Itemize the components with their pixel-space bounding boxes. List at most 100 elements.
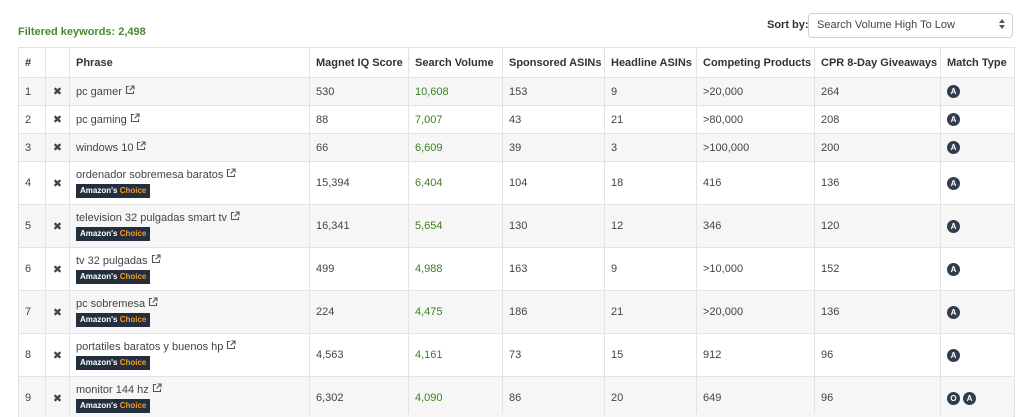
external-link-icon[interactable] xyxy=(226,340,236,353)
badge-prefix: Amazon's xyxy=(80,186,118,195)
phrase-cell: pc gamer xyxy=(69,77,310,106)
match-type-a-badge: A xyxy=(947,348,960,362)
table-row: 6 ✖ tv 32 pulgadas Amazon's Choice 499 4,988 1… xyxy=(18,247,1015,291)
row-index: 6 xyxy=(18,247,46,291)
col-headline-asins-header[interactable]: Headline ASINs xyxy=(604,47,697,78)
phrase-line: pc gamer xyxy=(76,85,303,98)
phrase-line: pc sobremesa xyxy=(76,297,303,310)
badge-suffix: Choice xyxy=(119,358,147,367)
search-volume-cell: 4,475 xyxy=(408,290,503,334)
headline-asins-cell: 12 xyxy=(604,204,697,248)
badge-prefix: Amazon's xyxy=(80,358,118,367)
col-magnet-iq-score-header[interactable]: Magnet IQ Score xyxy=(309,47,409,78)
cpr-giveaways-cell: 120 xyxy=(814,204,941,248)
cpr-giveaways-cell: 152 xyxy=(814,247,941,291)
magnet-iq-score-cell: 499 xyxy=(309,247,409,291)
table-row: 7 ✖ pc sobremesa Amazon's Choice 224 4,475 186… xyxy=(18,290,1015,334)
sponsored-asins-cell: 153 xyxy=(502,77,605,106)
cpr-giveaways-cell: 136 xyxy=(814,161,941,205)
phrase-text: tv 32 pulgadas xyxy=(76,254,148,267)
col-match-type-header[interactable]: Match Type xyxy=(940,47,1015,78)
col-index-header: # xyxy=(18,47,46,78)
match-type-cell: A xyxy=(940,333,1015,377)
row-index: 2 xyxy=(18,105,46,134)
keywords-table: # Phrase Magnet IQ Score Search Volume Spons… xyxy=(18,47,1015,417)
search-volume-cell: 4,090 xyxy=(408,376,503,417)
toolbar: Filtered keywords: 2,498 Sort by: Search… xyxy=(0,0,1024,46)
remove-keyword-icon[interactable]: ✖ xyxy=(45,290,70,334)
phrase-cell: ordenador sobremesa baratos Amazon's Choi… xyxy=(69,161,310,205)
competing-products-cell: 346 xyxy=(696,204,815,248)
amazons-choice-badge: Amazon's Choice xyxy=(76,399,151,413)
external-link-icon[interactable] xyxy=(226,168,236,181)
phrase-text: pc gaming xyxy=(76,113,127,126)
remove-keyword-icon[interactable]: ✖ xyxy=(45,376,70,417)
sort-select[interactable]: Search Volume High To Low xyxy=(808,13,1013,38)
external-link-icon[interactable] xyxy=(136,141,147,154)
external-link-icon[interactable] xyxy=(151,254,161,267)
amazons-choice-badge: Amazon's Choice xyxy=(76,270,151,284)
amazons-choice-badge: Amazon's Choice xyxy=(76,184,151,198)
sponsored-asins-cell: 86 xyxy=(502,376,605,417)
sponsored-asins-cell: 104 xyxy=(502,161,605,205)
search-volume-cell: 5,654 xyxy=(408,204,503,248)
phrase-cell: windows 10 xyxy=(69,133,310,162)
remove-keyword-icon[interactable]: ✖ xyxy=(45,105,70,134)
match-type-cell: A xyxy=(940,161,1015,205)
headline-asins-cell: 3 xyxy=(604,133,697,162)
col-cpr-giveaways-header[interactable]: CPR 8-Day Giveaways xyxy=(814,47,941,78)
remove-keyword-icon[interactable]: ✖ xyxy=(45,77,70,106)
match-type-cell: A xyxy=(940,290,1015,334)
table-row: 1 ✖ pc gamer 530 10,608 153 9 >20,000 264 A xyxy=(18,77,1015,106)
phrase-text: ordenador sobremesa baratos xyxy=(76,168,224,181)
external-link-icon[interactable] xyxy=(148,297,158,310)
search-volume-cell: 6,404 xyxy=(408,161,503,205)
match-type-cell: A xyxy=(940,105,1015,134)
sponsored-asins-cell: 43 xyxy=(502,105,605,134)
table-body: 1 ✖ pc gamer 530 10,608 153 9 >20,000 264 A 2 ✖ pc g… xyxy=(18,77,1015,417)
remove-keyword-icon[interactable]: ✖ xyxy=(45,333,70,377)
competing-products-cell: 912 xyxy=(696,333,815,377)
cpr-giveaways-cell: 96 xyxy=(814,333,941,377)
remove-keyword-icon[interactable]: ✖ xyxy=(45,161,70,205)
sponsored-asins-cell: 186 xyxy=(502,290,605,334)
phrase-line: ordenador sobremesa baratos xyxy=(76,168,303,181)
headline-asins-cell: 18 xyxy=(604,161,697,205)
match-type-a-badge: A xyxy=(947,305,960,319)
magnet-iq-score-cell: 224 xyxy=(309,290,409,334)
external-link-icon[interactable] xyxy=(230,211,240,224)
col-search-volume-header[interactable]: Search Volume xyxy=(408,47,503,78)
match-type-a-badge: A xyxy=(947,219,960,233)
match-type-cell: A xyxy=(940,133,1015,162)
badge-suffix: Choice xyxy=(119,401,147,410)
col-phrase-header[interactable]: Phrase xyxy=(69,47,310,78)
external-link-icon[interactable] xyxy=(130,113,140,126)
row-index: 8 xyxy=(18,333,46,377)
competing-products-cell: >100,000 xyxy=(696,133,815,162)
col-competing-products-header[interactable]: Competing Products xyxy=(696,47,815,78)
phrase-cell: pc gaming xyxy=(69,105,310,134)
remove-keyword-icon[interactable]: ✖ xyxy=(45,204,70,248)
match-type-cell: A xyxy=(940,204,1015,248)
external-link-icon[interactable] xyxy=(152,383,162,396)
competing-products-cell: >20,000 xyxy=(696,290,815,334)
remove-keyword-icon[interactable]: ✖ xyxy=(45,247,70,291)
match-type-a-badge: A xyxy=(947,176,960,190)
magnet-iq-score-cell: 15,394 xyxy=(309,161,409,205)
search-volume-cell: 6,609 xyxy=(408,133,503,162)
external-link-icon[interactable] xyxy=(125,85,135,98)
remove-keyword-icon[interactable]: ✖ xyxy=(45,133,70,162)
phrase-line: tv 32 pulgadas xyxy=(76,254,303,267)
headline-asins-cell: 21 xyxy=(604,290,697,334)
table-header-row: # Phrase Magnet IQ Score Search Volume Spons… xyxy=(18,47,1015,78)
badge-prefix: Amazon's xyxy=(80,229,118,238)
table-row: 3 ✖ windows 10 66 6,609 39 3 >100,000 200 A xyxy=(18,133,1015,162)
col-sponsored-asins-header[interactable]: Sponsored ASINs xyxy=(502,47,605,78)
phrase-line: pc gaming xyxy=(76,113,303,126)
table-row: 8 ✖ portatiles baratos y buenos hp Amazon's… xyxy=(18,333,1015,377)
amazons-choice-badge: Amazon's Choice xyxy=(76,227,151,241)
search-volume-cell: 4,161 xyxy=(408,333,503,377)
phrase-text: portatiles baratos y buenos hp xyxy=(76,340,224,353)
badge-prefix: Amazon's xyxy=(80,272,118,281)
cpr-giveaways-cell: 96 xyxy=(814,376,941,417)
